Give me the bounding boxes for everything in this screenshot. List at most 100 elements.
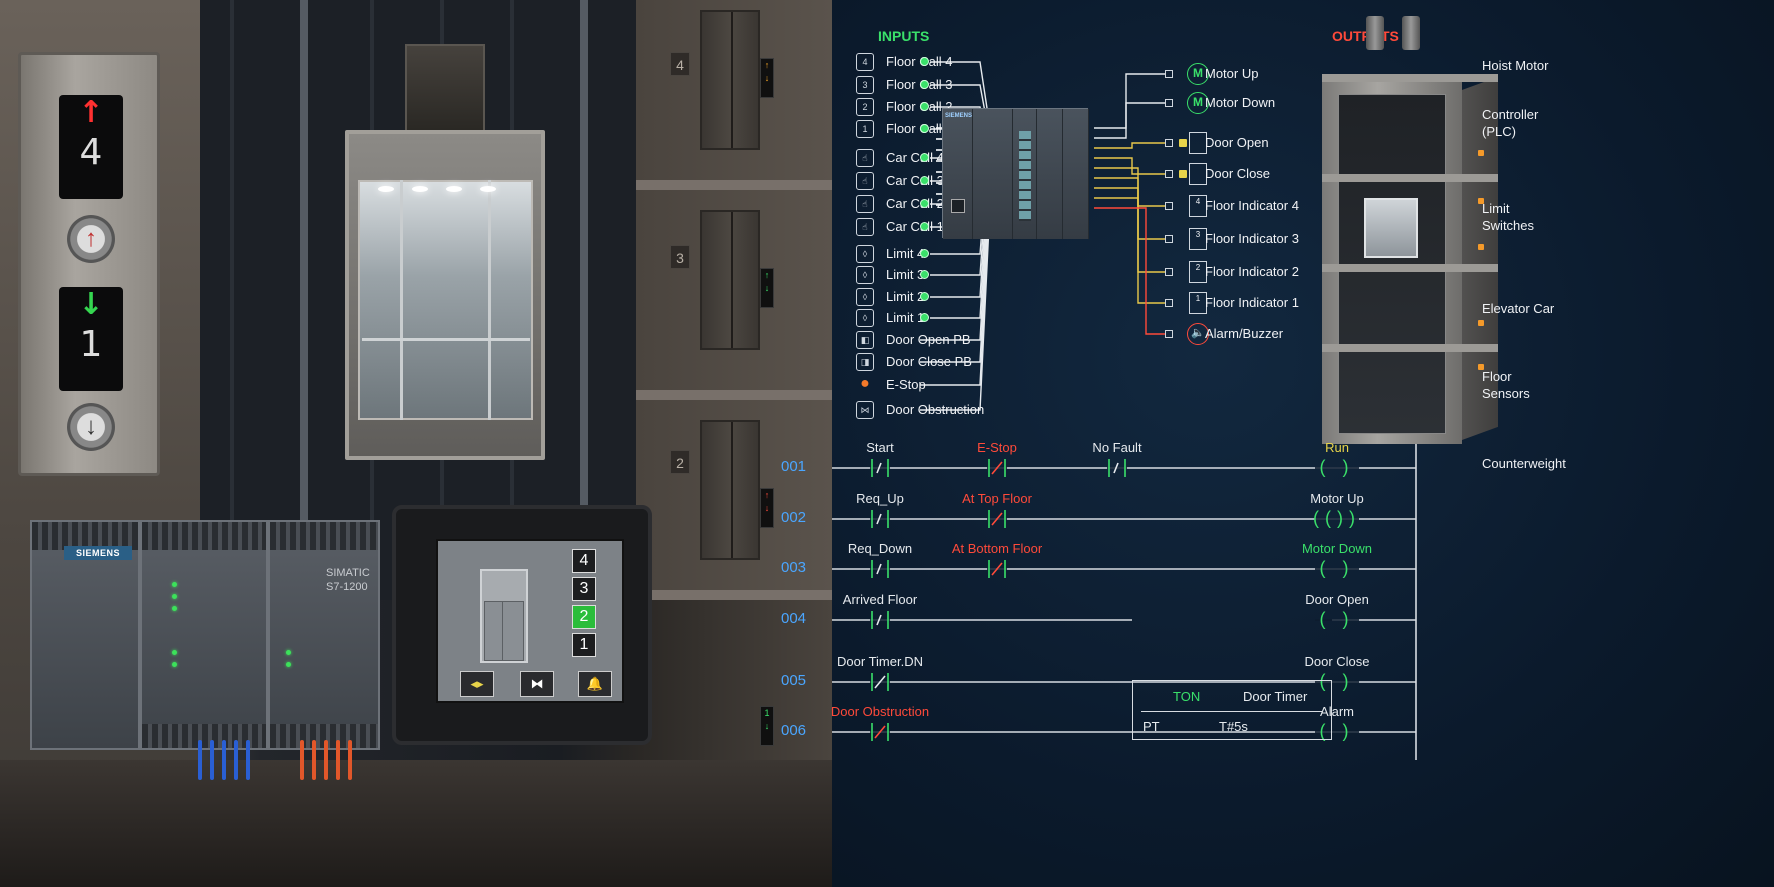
ceiling-light bbox=[446, 186, 462, 192]
input-status-dot bbox=[920, 222, 929, 231]
output-label: Alarm/Buzzer bbox=[1205, 326, 1284, 341]
input-status-dot bbox=[920, 124, 929, 133]
timer-type: TON bbox=[1173, 689, 1201, 704]
door-led bbox=[1179, 139, 1187, 147]
input-label: Limit 3 bbox=[886, 267, 925, 282]
input-status-dot bbox=[920, 80, 929, 89]
status-led bbox=[172, 650, 177, 655]
hmi-car-graphic bbox=[480, 569, 528, 663]
hall-up-button[interactable]: ↑ bbox=[67, 215, 115, 263]
floor-ledge bbox=[636, 390, 832, 400]
contact-label: Req_Down bbox=[847, 541, 913, 556]
floor-number-sign: 4 bbox=[670, 52, 690, 76]
floor-number-sign: 3 bbox=[670, 245, 690, 269]
callout-hoist-motor: Hoist Motor bbox=[1482, 58, 1549, 73]
plc-model-label: SIMATIC S7-1200 bbox=[326, 567, 370, 593]
output-terminal bbox=[1165, 235, 1173, 243]
coil-label: Door Close bbox=[1304, 654, 1370, 669]
output-label: Floor Indicator 2 bbox=[1205, 264, 1299, 279]
plc-controller-graphic: SIEMENS bbox=[942, 108, 1089, 239]
rung-number: 006 bbox=[781, 722, 807, 739]
input-icon: ☝ bbox=[856, 172, 874, 190]
input-icon: 3 bbox=[856, 76, 874, 94]
input-icon: ◨ bbox=[856, 353, 874, 371]
output-terminal bbox=[1165, 268, 1173, 276]
status-led bbox=[172, 606, 177, 611]
contact-label: Door Timer.DN bbox=[837, 654, 923, 669]
hmi-floor-button-active[interactable]: 2 bbox=[572, 605, 596, 629]
input-label: Car Call 3 bbox=[886, 173, 944, 188]
landing-door bbox=[700, 210, 760, 350]
hmi-door-open-button[interactable]: ◂▸ bbox=[460, 671, 494, 697]
floor-base bbox=[0, 760, 832, 887]
status-led bbox=[286, 650, 291, 655]
input-icon: ◧ bbox=[856, 331, 874, 349]
input-icon: 2 bbox=[856, 98, 874, 116]
coil-label: Motor Down bbox=[1301, 541, 1373, 556]
elevator-car-interior bbox=[358, 180, 533, 420]
tower-elevator-car bbox=[1364, 198, 1418, 258]
output-terminal bbox=[1165, 99, 1173, 107]
coil-symbol: ( ) bbox=[1319, 609, 1355, 629]
hmi-touch-panel: 4 3 2 1 ◂▸ ⧓ 🔔 bbox=[392, 505, 652, 745]
car-glass-divider bbox=[488, 180, 491, 420]
input-label: Door Close PB bbox=[886, 354, 972, 369]
floor-ledge bbox=[636, 180, 832, 190]
floor-display-number: 1 bbox=[79, 324, 103, 365]
timer-preset-value: T#5s bbox=[1219, 719, 1248, 734]
elevator-tower-illustration bbox=[1302, 14, 1502, 444]
input-label: Limit 1 bbox=[886, 310, 925, 325]
output-terminal bbox=[1165, 330, 1173, 338]
ceiling-light bbox=[480, 186, 496, 192]
output-label: Floor Indicator 4 bbox=[1205, 198, 1299, 213]
input-label: E-Stop bbox=[886, 377, 926, 392]
callout-counterweight: Counterweight bbox=[1482, 456, 1566, 471]
output-terminal bbox=[1165, 170, 1173, 178]
output-label: Floor Indicator 3 bbox=[1205, 231, 1299, 246]
status-led bbox=[172, 582, 177, 587]
hmi-floor-button[interactable]: 3 bbox=[572, 577, 596, 601]
output-terminal bbox=[1165, 202, 1173, 210]
plc-wiring-and-ladder-diagram: INPUTS OUTPUTS 4Floor Call 43Floor Call … bbox=[781, 0, 1774, 887]
hoist-motor-icon bbox=[1366, 16, 1384, 50]
hall-direction-indicator: ↑ ↓ bbox=[760, 268, 774, 308]
input-status-dot bbox=[920, 102, 929, 111]
contact-label: Req_Up bbox=[856, 491, 904, 506]
contact-label: Start bbox=[866, 440, 894, 455]
hmi-floor-button[interactable]: 4 bbox=[572, 549, 596, 573]
contact-label: Door Obstruction bbox=[830, 704, 930, 719]
callout-elevator-car: Elevator Car bbox=[1482, 301, 1555, 316]
floor-number-sign: 2 bbox=[670, 450, 690, 474]
timer-preset-label: PT bbox=[1143, 719, 1160, 734]
car-hoist-head bbox=[405, 44, 485, 132]
rung-number: 002 bbox=[781, 509, 807, 526]
hmi-floor-button[interactable]: 1 bbox=[572, 633, 596, 657]
plc-brand-label: SIEMENS bbox=[945, 113, 973, 119]
contact-label: Arrived Floor bbox=[842, 592, 918, 607]
input-icon: ◊ bbox=[856, 309, 874, 327]
output-terminal bbox=[1165, 139, 1173, 147]
input-label: Car Call 1 bbox=[886, 219, 944, 234]
car-glass-divider bbox=[400, 180, 403, 420]
callout-limit-switches: Limit Switches bbox=[1482, 201, 1535, 233]
coil-label: Motor Up bbox=[1310, 491, 1364, 506]
status-led bbox=[286, 662, 291, 667]
input-label: Car Call 2 bbox=[886, 196, 944, 211]
input-icon: ● bbox=[860, 375, 870, 392]
callout-floor-sensors: Floor Sensors bbox=[1482, 369, 1530, 401]
input-icon: ⋈ bbox=[856, 401, 874, 419]
hall-down-button[interactable]: ↓ bbox=[67, 403, 115, 451]
coil-symbol: (()) bbox=[1313, 508, 1361, 528]
landing-door bbox=[700, 420, 760, 560]
rung-number: 004 bbox=[781, 610, 807, 627]
up-arrow-icon: ↑ bbox=[78, 95, 104, 130]
hmi-alarm-bell-button[interactable]: 🔔 bbox=[578, 671, 612, 697]
hall-direction-indicator: ↑ ↓ bbox=[760, 58, 774, 98]
input-icon: ◊ bbox=[856, 288, 874, 306]
contact-label: At Top Floor bbox=[962, 491, 1032, 506]
hmi-door-close-button[interactable]: ⧓ bbox=[520, 671, 554, 697]
output-wire bbox=[1094, 197, 1165, 304]
coil-symbol: ( ) bbox=[1319, 457, 1355, 477]
plc-io-module bbox=[140, 520, 268, 750]
plc-io-module bbox=[268, 520, 380, 750]
